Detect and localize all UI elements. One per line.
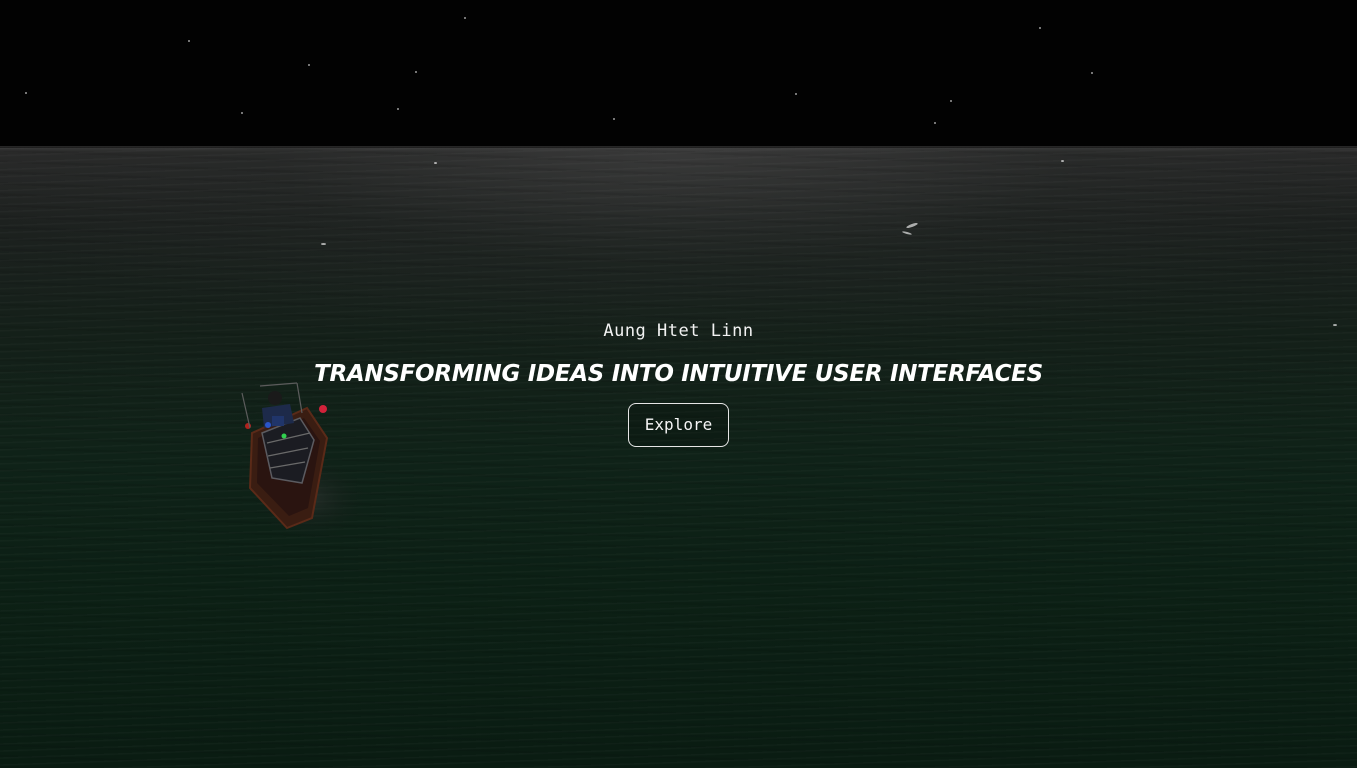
star — [25, 92, 27, 94]
star — [415, 71, 417, 73]
author-name: Aung Htet Linn — [603, 321, 754, 341]
hero-content: Aung Htet Linn TRANSFORMING IDEAS INTO I… — [0, 318, 1357, 447]
star — [464, 17, 466, 19]
horizon — [0, 146, 1357, 152]
explore-button[interactable]: Explore — [627, 403, 730, 447]
star — [1039, 27, 1041, 29]
hero-tagline: TRANSFORMING IDEAS INTO INTUITIVE USER I… — [314, 361, 1043, 387]
star — [950, 100, 952, 102]
water-sparkle — [321, 243, 326, 245]
star — [308, 64, 310, 66]
star — [188, 40, 190, 42]
star — [397, 108, 399, 110]
star — [795, 93, 797, 95]
hero-scene: Aung Htet Linn TRANSFORMING IDEAS INTO I… — [0, 0, 1357, 768]
star — [241, 112, 243, 114]
star — [1091, 72, 1093, 74]
night-sky — [0, 0, 1357, 150]
water-sparkle — [1061, 160, 1064, 162]
star — [613, 118, 615, 120]
star — [934, 122, 936, 124]
water-sparkle — [434, 162, 437, 164]
ocean — [0, 148, 1357, 768]
